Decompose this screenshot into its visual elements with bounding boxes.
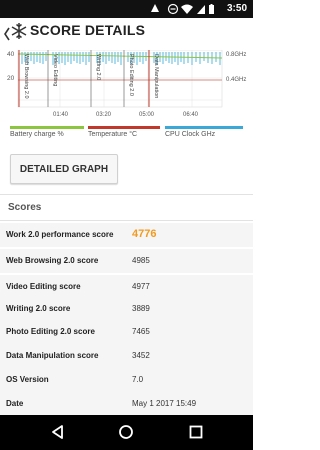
score-value: 7465 bbox=[132, 327, 150, 336]
marker-video-editing: Video Editing bbox=[52, 54, 58, 86]
score-label: Date bbox=[6, 399, 24, 408]
wifi-icon bbox=[181, 4, 193, 14]
snowflake-icon bbox=[11, 23, 27, 39]
score-row-video-editing: Video Editing score 4977 bbox=[0, 275, 253, 299]
score-row-os-version: OS Version 7.0 bbox=[0, 368, 253, 392]
battery-icon bbox=[209, 5, 214, 14]
chart-legend: Battery charge % Temperature °C CPU Cloc… bbox=[0, 126, 253, 140]
legend-cpu-clock: CPU Clock GHz bbox=[165, 131, 216, 138]
recents-square-icon[interactable] bbox=[188, 424, 204, 440]
score-label: Video Editing score bbox=[6, 282, 81, 291]
app-bar: SCORE DETAILS bbox=[0, 18, 253, 50]
score-value: 7.0 bbox=[132, 375, 144, 384]
status-time: 3:50 bbox=[226, 3, 247, 14]
legend-swatch-battery bbox=[10, 126, 84, 129]
score-value: 4985 bbox=[132, 256, 150, 265]
score-label: Work 2.0 performance score bbox=[6, 230, 114, 239]
score-label: Photo Editing 2.0 score bbox=[6, 327, 95, 336]
score-row-writing: Writing 2.0 score 3889 bbox=[0, 297, 253, 321]
x-tick-0500: 05:00 bbox=[139, 112, 155, 118]
y-tick-40: 40 bbox=[7, 51, 15, 58]
y-tick-20: 20 bbox=[7, 75, 15, 82]
score-value: 4977 bbox=[132, 282, 150, 291]
signal-icon bbox=[197, 5, 205, 14]
divider bbox=[0, 194, 253, 195]
score-label: Writing 2.0 score bbox=[6, 304, 71, 313]
marker-data-manipulation: Data Manipulation bbox=[153, 54, 159, 98]
marker-web-browsing: Web Browsing 2.0 bbox=[23, 54, 29, 99]
marker-writing: Writing 2.0 bbox=[95, 54, 101, 80]
legend-swatch-cpu bbox=[165, 126, 243, 129]
legend-swatch-temperature bbox=[88, 126, 160, 129]
navigation-bar bbox=[0, 415, 253, 450]
score-label: Web Browsing 2.0 score bbox=[6, 256, 99, 265]
score-value: 3452 bbox=[132, 351, 150, 360]
score-label: Data Manipulation score bbox=[6, 351, 99, 360]
divider bbox=[0, 220, 253, 221]
score-value: May 1 2017 15:49 bbox=[132, 399, 197, 408]
x-tick-0320: 03:20 bbox=[96, 112, 112, 118]
score-row-date: Date May 1 2017 15:49 bbox=[0, 392, 253, 416]
y2-tick-08: 0.8GHz bbox=[226, 52, 246, 58]
legend-temperature: Temperature °C bbox=[88, 131, 138, 138]
home-circle-icon[interactable] bbox=[118, 424, 134, 440]
scores-section-title: Scores bbox=[8, 202, 42, 213]
detailed-graph-button[interactable]: DETAILED GRAPH bbox=[10, 154, 118, 184]
score-row-data-manipulation: Data Manipulation score 3452 bbox=[0, 344, 253, 368]
score-row-web-browsing: Web Browsing 2.0 score 4985 bbox=[0, 249, 253, 273]
marker-photo-editing: Photo Editing 2.0 bbox=[128, 54, 134, 96]
chart-svg: Web Browsing 2.0 Video Editing Writing 2… bbox=[7, 50, 246, 118]
y2-tick-04: 0.4GHz bbox=[226, 77, 246, 83]
score-row-work: Work 2.0 performance score 4776 bbox=[0, 223, 253, 247]
x-tick-0640: 06:40 bbox=[183, 112, 199, 118]
back-triangle-icon[interactable] bbox=[50, 424, 66, 440]
score-value: 3889 bbox=[132, 304, 150, 313]
score-label: OS Version bbox=[6, 375, 49, 384]
score-row-photo-editing: Photo Editing 2.0 score 7465 bbox=[0, 320, 253, 344]
page-title: SCORE DETAILS bbox=[30, 22, 146, 38]
x-tick-0140: 01:40 bbox=[53, 112, 69, 118]
status-icons bbox=[151, 3, 214, 15]
notification-icon bbox=[151, 4, 159, 12]
legend-battery: Battery charge % bbox=[10, 131, 64, 138]
status-bar: 3:50 bbox=[0, 0, 253, 18]
performance-chart[interactable]: Web Browsing 2.0 Video Editing Writing 2… bbox=[0, 50, 253, 124]
score-value: 4776 bbox=[132, 228, 157, 240]
